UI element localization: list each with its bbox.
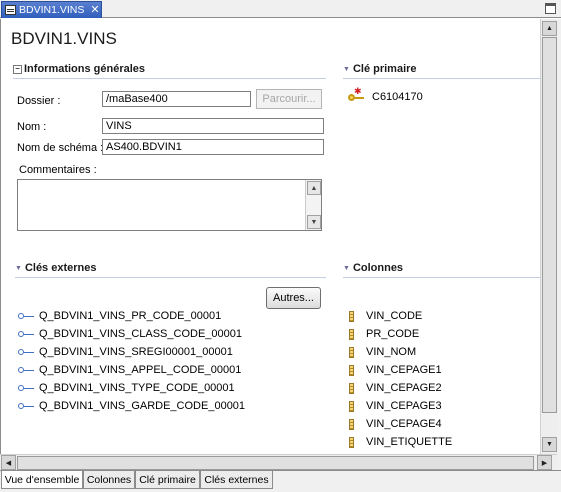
foreign-key-icon [18,312,34,320]
column-name: VIN_CEPAGE2 [366,382,442,394]
column-item[interactable]: VIN_CEPAGE2 [349,379,452,397]
editor-tab-bar: BDVIN1.VINS ✕ [0,0,561,18]
primary-key-item[interactable]: ✱ C6104170 [348,86,423,103]
column-icon [349,328,354,340]
foreign-key-icon [18,366,34,374]
column-icon [349,364,354,376]
foreign-key-item[interactable]: Q_BDVIN1_VINS_CLASS_CODE_00001 [18,325,245,343]
editor-content: BDVIN1.VINS − Informations générales Dos… [0,19,541,454]
editor-tab-title: BDVIN1.VINS [19,4,85,16]
maximize-icon[interactable] [545,3,556,14]
comments-textarea[interactable]: ▲ ▼ [17,179,322,231]
column-icon [349,436,354,448]
scroll-up-icon[interactable]: ▲ [542,21,557,36]
schema-field[interactable]: AS400.BDVIN1 [102,139,324,155]
comments-scrollbar[interactable]: ▲ ▼ [305,180,321,230]
schema-label: Nom de schéma : [17,142,104,154]
tab-primary-key[interactable]: Clé primaire [135,471,200,489]
foreign-key-item[interactable]: Q_BDVIN1_VINS_TYPE_CODE_00001 [18,379,245,397]
foreign-key-icon [18,384,34,392]
primary-key-section-header[interactable]: ▼ Clé primaire [343,63,417,75]
foreign-key-icon [18,348,34,356]
expand-triangle-icon[interactable]: ▼ [343,265,350,272]
column-item[interactable]: VIN_ETIQUETTE [349,433,452,451]
column-item[interactable]: VIN_CEPAGE4 [349,415,452,433]
column-icon [349,418,354,430]
foreign-key-item[interactable]: Q_BDVIN1_VINS_GARDE_CODE_00001 [18,397,245,415]
tab-overview[interactable]: Vue d'ensemble [1,471,83,489]
foreign-key-icon [18,402,34,410]
column-name: VIN_CEPAGE4 [366,418,442,430]
scroll-corner [557,19,561,472]
column-name: PR_CODE [366,328,420,340]
general-section-title: Informations générales [24,63,146,75]
expand-triangle-icon[interactable]: ▼ [15,265,22,272]
column-item[interactable]: VIN_CEPAGE1 [349,361,452,379]
foreign-key-item[interactable]: Q_BDVIN1_VINS_SREGI00001_00001 [18,343,245,361]
dossier-field[interactable]: /maBase400 [102,91,251,107]
browse-button[interactable]: Parcourir... [256,89,322,109]
foreign-key-name: Q_BDVIN1_VINS_GARDE_CODE_00001 [39,400,246,412]
table-icon [5,5,16,15]
scroll-thumb[interactable] [542,37,557,413]
dossier-label: Dossier : [17,95,61,107]
tab-columns[interactable]: Colonnes [83,471,135,489]
nom-field[interactable]: VINS [102,118,324,134]
scroll-up-icon[interactable]: ▲ [307,181,321,195]
foreign-key-item[interactable]: Q_BDVIN1_VINS_PR_CODE_00001 [18,307,245,325]
primary-key-section-title: Clé primaire [352,63,417,75]
column-name: VIN_CEPAGE3 [366,400,442,412]
column-item[interactable]: VIN_CEPAGE3 [349,397,452,415]
tab-foreign-keys[interactable]: Clés externes [200,471,273,489]
general-section-divider [13,78,326,79]
columns-section-divider [343,277,541,278]
comments-label: Commentaires : [19,164,97,176]
nom-label: Nom : [17,121,47,133]
close-icon[interactable]: ✕ [90,5,99,16]
foreign-keys-section-title: Clés externes [24,262,97,274]
others-button[interactable]: Autres... [266,287,321,309]
horizontal-scrollbar[interactable]: ◀ ▶ [0,454,557,470]
page-title: BDVIN1.VINS [11,29,117,48]
foreign-key-name: Q_BDVIN1_VINS_APPEL_CODE_00001 [39,364,242,376]
foreign-key-name: Q_BDVIN1_VINS_CLASS_CODE_00001 [39,328,242,340]
general-section-header[interactable]: − Informations générales [13,63,145,75]
column-item[interactable]: VIN_NOM [349,343,452,361]
foreign-keys-section-divider [15,277,326,278]
column-item[interactable]: PR_CODE [349,325,452,343]
scroll-left-icon[interactable]: ◀ [1,455,16,470]
columns-list: VIN_CODE PR_CODE VIN_NOM VIN_CEPAGE1 VIN_CEP… [349,307,452,454]
vertical-scrollbar[interactable]: ▲ ▼ [540,19,557,455]
foreign-key-item[interactable]: Q_BDVIN1_VINS_APPEL_CODE_00001 [18,361,245,379]
foreign-keys-section-header[interactable]: ▼ Clés externes [15,262,96,274]
foreign-keys-list: Q_BDVIN1_VINS_PR_CODE_00001 Q_BDVIN1_VINS… [18,307,245,415]
scroll-down-icon[interactable]: ▼ [307,215,321,229]
foreign-key-name: Q_BDVIN1_VINS_SREGI00001_00001 [39,346,233,358]
primary-key-section-divider [343,78,541,79]
expand-triangle-icon[interactable]: ▼ [343,66,350,73]
column-icon [349,310,354,322]
column-icon [349,382,354,394]
columns-section-title: Colonnes [352,262,404,274]
column-name: VIN_NOM [366,346,417,358]
foreign-key-name: Q_BDVIN1_VINS_PR_CODE_00001 [39,310,222,322]
scroll-right-icon[interactable]: ▶ [537,455,552,470]
foreign-key-icon [18,330,34,338]
primary-key-name: C6104170 [372,91,423,103]
scroll-thumb[interactable] [17,456,534,470]
columns-section-header[interactable]: ▼ Colonnes [343,262,403,274]
column-name: VIN_CEPAGE1 [366,364,442,376]
column-name: VIN_ETIQUETTE [366,436,453,448]
column-icon [349,346,354,358]
column-item[interactable]: VIN_CODE [349,307,452,325]
bottom-tab-bar: Vue d'ensemble Colonnes Clé primaire Clé… [0,470,561,492]
foreign-key-name: Q_BDVIN1_VINS_TYPE_CODE_00001 [39,382,235,394]
collapse-icon[interactable]: − [13,64,22,74]
column-icon [349,400,354,412]
scroll-down-icon[interactable]: ▼ [542,437,557,452]
primary-key-icon: ✱ [348,86,366,103]
editor-tab[interactable]: BDVIN1.VINS ✕ [1,1,102,18]
column-name: VIN_CODE [366,310,423,322]
